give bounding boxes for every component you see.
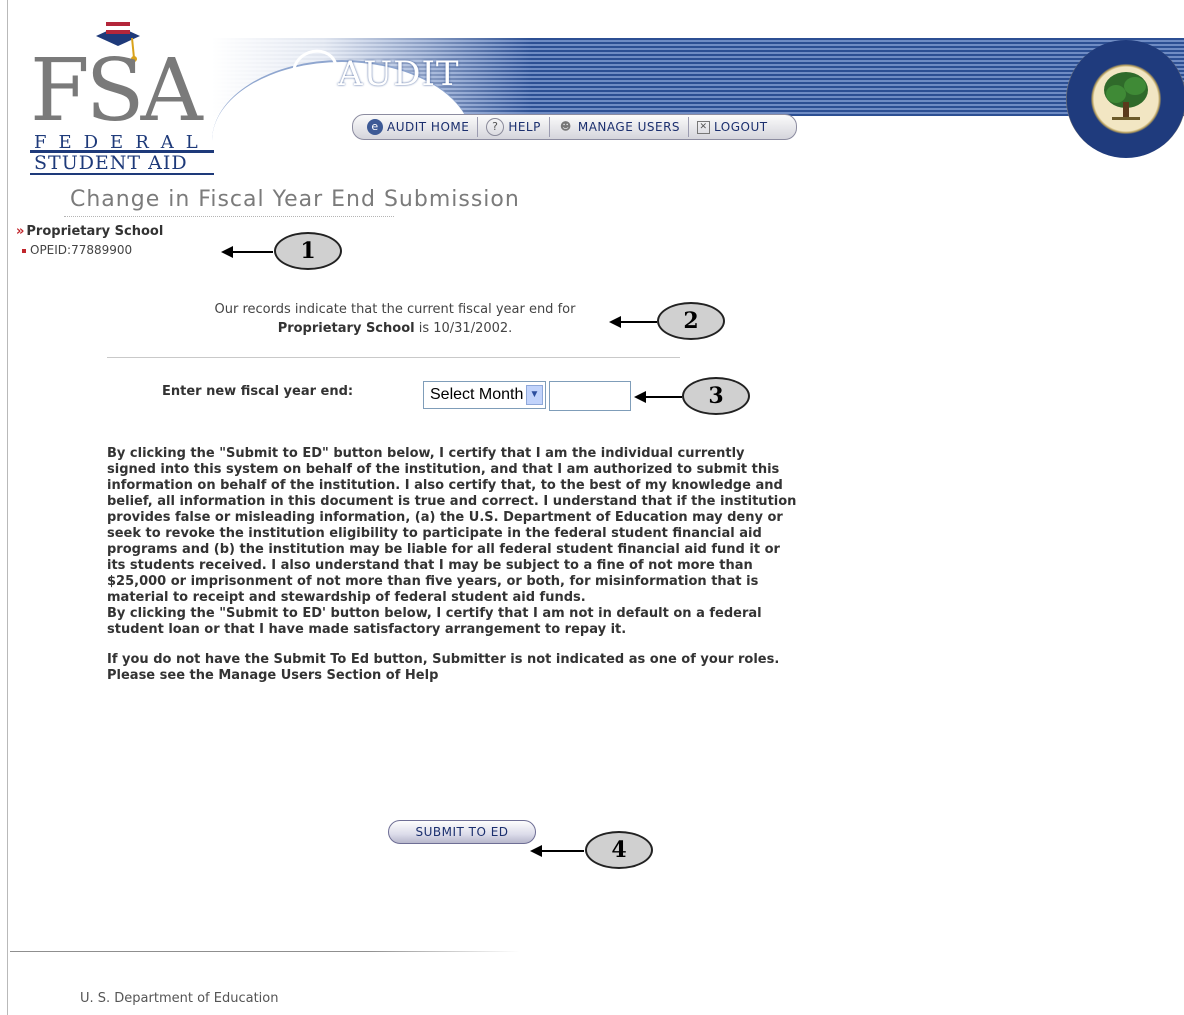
- tree-icon: [1104, 72, 1148, 120]
- certification-paragraph-1: By clicking the "Submit to ED" button be…: [107, 446, 797, 605]
- nav-audit-home[interactable]: e AUDIT HOME: [359, 117, 477, 137]
- roles-note: If you do not have the Submit To Ed butt…: [107, 652, 780, 683]
- callout-1: 1: [274, 232, 342, 270]
- certification-paragraph-2: By clicking the "Submit to ED' button be…: [107, 606, 762, 637]
- records-message: Our records indicate that the current fi…: [120, 300, 670, 338]
- users-icon: ☻: [559, 120, 572, 133]
- nav-label: HELP: [508, 120, 541, 134]
- callout-arrow-2: [609, 316, 657, 328]
- chevron-down-icon[interactable]: ▼: [526, 385, 543, 405]
- submit-to-ed-button[interactable]: SUBMIT TO ED: [388, 820, 536, 844]
- nav-manage-users[interactable]: ☻ MANAGE USERS: [548, 117, 688, 137]
- top-nav: e AUDIT HOME ? HELP ☻ MANAGE USERS ✕ LOG…: [352, 114, 797, 140]
- nav-logout[interactable]: ✕ LOGOUT: [688, 117, 776, 137]
- section-divider: [107, 357, 680, 358]
- opeid-text: OPEID:77889900: [30, 243, 133, 257]
- opeid: OPEID:77889900: [22, 243, 132, 257]
- school-name: » Proprietary School: [16, 224, 163, 239]
- records-suffix: is 10/31/2002.: [414, 321, 513, 336]
- nav-help[interactable]: ? HELP: [477, 117, 549, 137]
- footer-divider: [10, 951, 520, 952]
- bullet-icon: [22, 248, 26, 253]
- callout-4: 4: [585, 831, 653, 869]
- logo-letters: FSA: [30, 41, 203, 141]
- department-seal: [1066, 40, 1184, 158]
- callout-2: 2: [657, 302, 725, 340]
- nav-label: LOGOUT: [714, 120, 768, 134]
- ez-icon: e: [367, 119, 383, 135]
- month-select[interactable]: Select Month ▼: [423, 381, 546, 409]
- footer-text: U. S. Department of Education: [80, 991, 279, 1006]
- callout-3: 3: [682, 377, 750, 415]
- callout-arrow-4: [530, 845, 584, 857]
- help-icon: ?: [486, 118, 505, 136]
- certification-text: By clicking the "Submit to ED" button be…: [107, 446, 797, 684]
- title-divider: [64, 216, 394, 217]
- double-chevron-icon: »: [16, 224, 25, 239]
- fsa-logo[interactable]: FSA FEDERAL STUDENT AID: [30, 20, 220, 175]
- close-box-icon: ✕: [697, 120, 711, 134]
- school-name-text: Proprietary School: [26, 224, 164, 239]
- page-title: Change in Fiscal Year End Submission: [70, 187, 520, 212]
- logo-student-aid: STUDENT AID: [30, 150, 214, 175]
- app-name: AUDIT: [298, 54, 460, 94]
- year-input[interactable]: [549, 381, 631, 411]
- callout-arrow-3: [634, 391, 682, 403]
- records-line1: Our records indicate that the current fi…: [214, 302, 576, 317]
- nav-label: AUDIT HOME: [387, 120, 470, 134]
- records-school: Proprietary School: [277, 321, 415, 336]
- enter-fiscal-label: Enter new fiscal year end:: [162, 384, 354, 399]
- app-name-text: AUDIT: [338, 54, 460, 94]
- header: FSA FEDERAL STUDENT AID AUDIT e AUDIT HO…: [0, 0, 1184, 222]
- nav-label: MANAGE USERS: [577, 120, 681, 134]
- month-select-value: Select Month: [430, 386, 524, 403]
- callout-arrow-1: [221, 246, 273, 258]
